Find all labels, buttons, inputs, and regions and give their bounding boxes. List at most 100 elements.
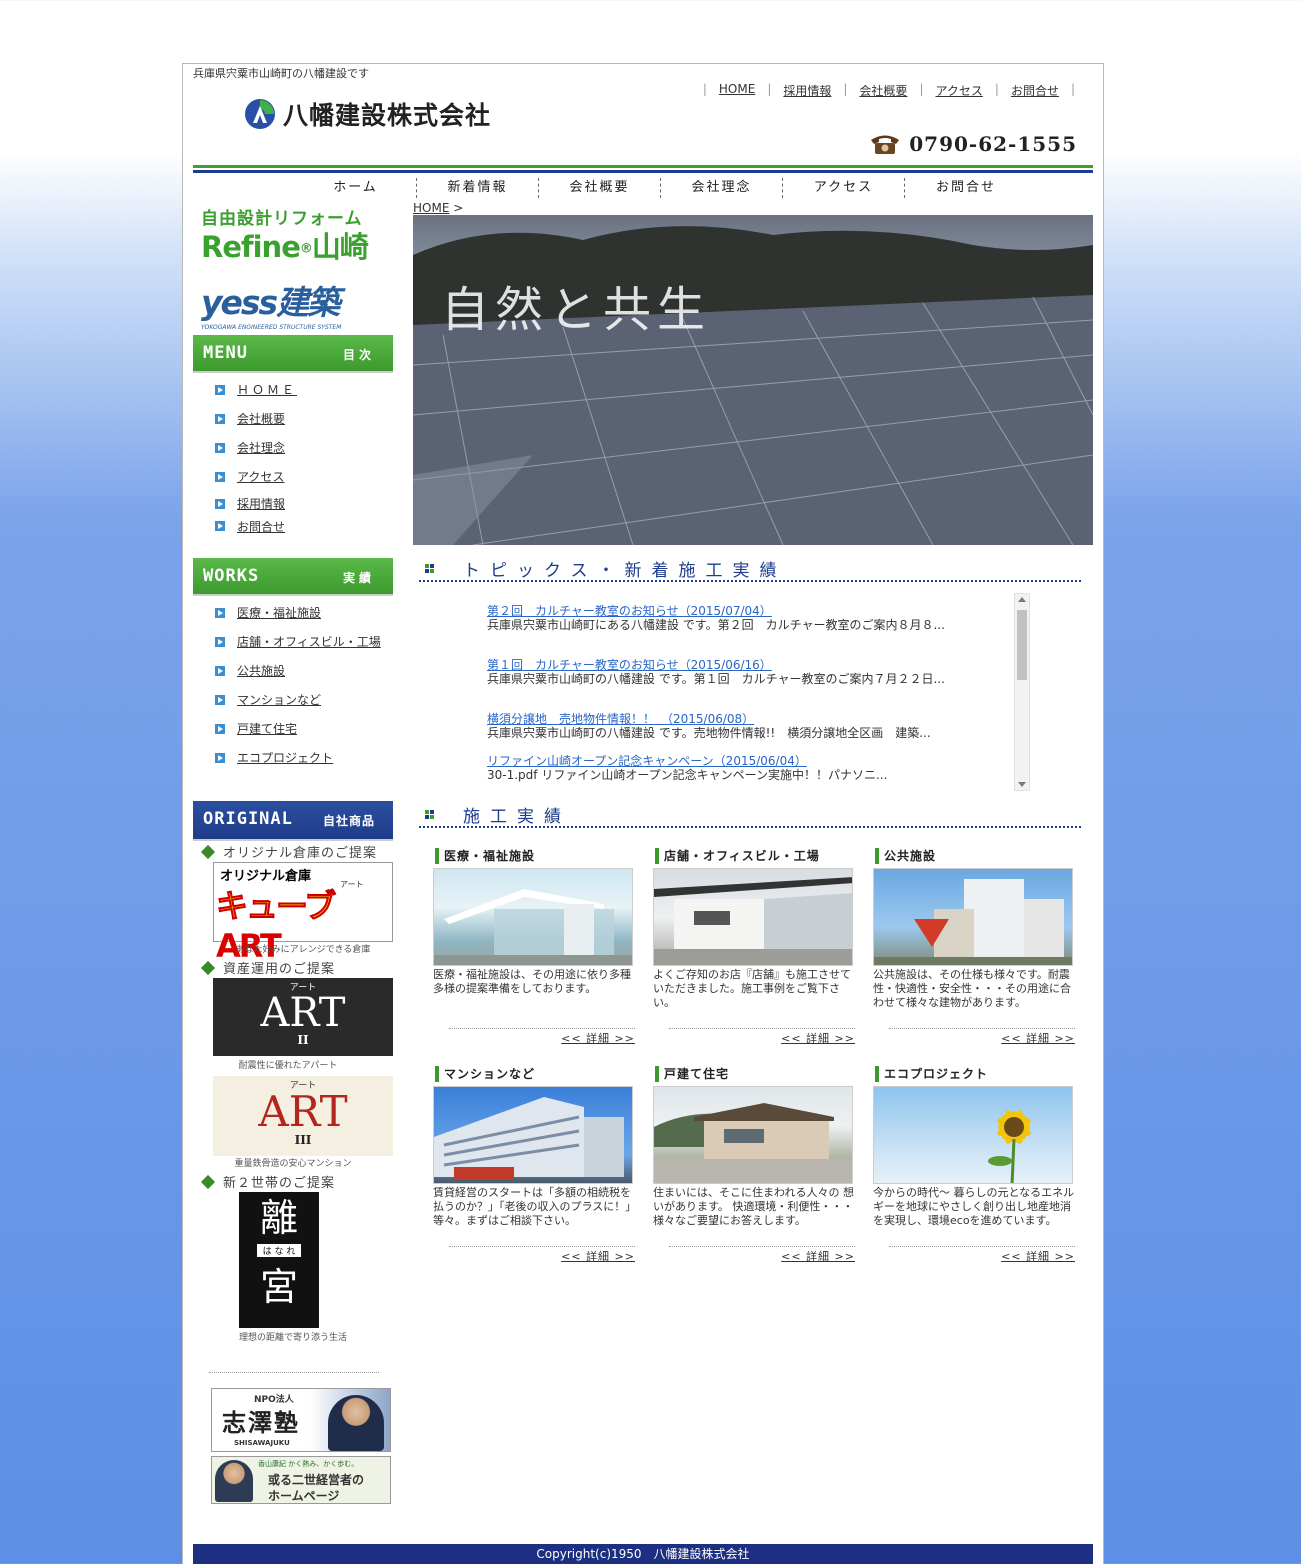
refine-banner[interactable]: 自由設計リフォーム Refine®山崎 [193, 200, 393, 264]
works-item-house[interactable]: 戸建て住宅 [215, 714, 395, 743]
scroll-up-icon[interactable] [1018, 597, 1026, 602]
art2-banner[interactable]: アート ART II [213, 978, 393, 1056]
original-products: オリジナル倉庫のご提案 オリジナル倉庫 キューブART アート あなた好みにアレ… [193, 842, 393, 1504]
company-logo[interactable]: 八幡建設株式会社 [243, 96, 491, 132]
original-sec2-label: 資産運用のご提案 [223, 962, 336, 977]
building-photo-icon [434, 889, 632, 965]
work-photo-house[interactable] [653, 1086, 853, 1184]
work-card-title: マンションなど [435, 1066, 635, 1082]
menu-item-label: 会社理念 [237, 441, 286, 455]
original-sec3-label: 新２世帯のご提案 [223, 1176, 336, 1191]
cube-caption: あなた好みにアレンジできる倉庫 [235, 945, 371, 955]
topic-title-link[interactable]: 横須分譲地 売地物件情報！！ （2015/06/08） [487, 710, 967, 727]
work-more-link[interactable]: << 詳細 >> [873, 1030, 1075, 1046]
gnav-access[interactable]: アクセス [783, 178, 905, 198]
cube-line2: キューブ [215, 887, 336, 926]
works-item-label: マンションなど [237, 693, 322, 707]
work-photo-mansion[interactable] [433, 1086, 633, 1184]
work-photo-store[interactable] [653, 868, 853, 966]
scroll-thumb[interactable] [1017, 610, 1027, 680]
work-card-title: 医療・福祉施設 [435, 848, 635, 864]
menu-item-company[interactable]: 会社概要 [215, 404, 395, 433]
diamond-bullet-icon [200, 960, 216, 975]
menu-item-access[interactable]: アクセス [215, 462, 395, 491]
phone-number: 0790-62-1555 [909, 132, 1077, 156]
topic-item: 第２回 カルチャー教室のお知らせ（2015/07/04） 兵庫県宍粟市山崎町にあ… [487, 602, 967, 632]
scroll-down-icon[interactable] [1018, 782, 1026, 787]
logo-mark-icon [245, 99, 275, 129]
rikyu-ruby: は な れ [257, 1244, 301, 1257]
work-more-link[interactable]: << 詳細 >> [653, 1248, 855, 1264]
works-item-store[interactable]: 店舗・オフィスビル・工場 [215, 627, 395, 656]
topic-item: リファイン山崎オープン記念キャンペーン（2015/06/04） 30-1.pdf… [487, 752, 967, 782]
works-item-medical[interactable]: 医療・福祉施設 [215, 598, 395, 627]
toplink-company[interactable]: 会社概要 [859, 82, 907, 99]
work-photo-medical[interactable] [433, 868, 633, 966]
keiei-banner[interactable]: 香山康紀 かく熱み、かく歩む。 或る二世経営者の ホームページ [211, 1456, 391, 1504]
works-item-public[interactable]: 公共施設 [215, 656, 395, 685]
menu-item-philosophy[interactable]: 会社理念 [215, 433, 395, 462]
works-item-label: 店舗・オフィスビル・工場 [237, 635, 381, 649]
arrow-bullet-icon [215, 607, 225, 618]
arrow-bullet-icon [215, 521, 225, 531]
toplink-home[interactable]: HOME [719, 82, 755, 99]
work-card-desc: 賃貸経営のスタートは「多額の相続税を払うのか？」「老後の収入のプラスに！」等々。… [433, 1186, 631, 1227]
gnav-philosophy[interactable]: 会社理念 [661, 178, 783, 198]
art3-num: III [294, 1133, 312, 1147]
refine-line2: Refine®山崎 [201, 230, 369, 264]
topic-desc: 兵庫県宍粟市山崎町の八幡建設 です。第１回 カルチャー教室のご案内７月２２日..… [487, 672, 945, 686]
topic-title-link[interactable]: 第２回 カルチャー教室のお知らせ（2015/07/04） [487, 602, 967, 619]
works-item-eco[interactable]: エコプロジェクト [215, 743, 395, 772]
topic-title-link[interactable]: 第１回 カルチャー教室のお知らせ（2015/06/16） [487, 656, 967, 673]
gnav-news[interactable]: 新着情報 [417, 178, 539, 198]
menu-item-home[interactable]: ＨＯＭＥ [215, 375, 395, 404]
work-photo-eco[interactable] [873, 1086, 1073, 1184]
dotted-divider [449, 1028, 635, 1029]
original-header: ORIGINAL 自社商品 [193, 801, 393, 841]
building-photo-icon [874, 879, 1072, 965]
gnav-contact[interactable]: お問合せ [905, 178, 1027, 198]
works-item-mansion[interactable]: マンションなど [215, 685, 395, 714]
work-more-link[interactable]: << 詳細 >> [653, 1030, 855, 1046]
original-title-en: ORIGINAL [203, 809, 293, 829]
sidebar-divider [209, 1372, 379, 1373]
yess-banner[interactable]: yess建築 YOKOGAWA ENGINEERED STRUCTURE SYS… [201, 276, 381, 331]
diamond-bullet-icon [200, 1174, 216, 1189]
gnav-home[interactable]: ホーム [295, 178, 417, 198]
square-grid-icon [425, 810, 435, 820]
works-header: WORKS 実績 [193, 558, 393, 596]
menu-item-recruit[interactable]: 採用情報 [215, 491, 395, 516]
rikyu-banner[interactable]: 離 は な れ 宮 [239, 1192, 319, 1328]
work-more-link[interactable]: << 詳細 >> [433, 1030, 635, 1046]
menu-item-label: お問合せ [237, 519, 286, 534]
breadcrumb-home[interactable]: HOME [413, 201, 449, 215]
top-links: | HOME | 採用情報 | 会社概要 | アクセス | お問合せ | [702, 82, 1075, 99]
keiei-small: 香山康紀 かく熱み、かく歩む。 [258, 1460, 359, 1468]
topic-item: 第１回 カルチャー教室のお知らせ（2015/06/16） 兵庫県宍粟市山崎町の八… [487, 656, 967, 686]
toplink-recruit[interactable]: 採用情報 [783, 82, 831, 99]
building-photo-icon [654, 877, 852, 965]
topic-title-link[interactable]: リファイン山崎オープン記念キャンペーン（2015/06/04） [487, 752, 967, 769]
work-card-eco: エコプロジェクト 今からの時代〜 暮らしの元となるエネルギーを地球にやさしく創り… [873, 1066, 1075, 1264]
menu-list: ＨＯＭＥ 会社概要 会社理念 アクセス 採用情報 お問合せ [215, 375, 395, 536]
toplink-contact[interactable]: お問合せ [1011, 82, 1059, 99]
gnav-company[interactable]: 会社概要 [539, 178, 661, 198]
art2-caption: 耐震性に優れたアパート [238, 1061, 338, 1071]
work-card-desc: 医療・福祉施設は、その用途に依り多種多様の提案準備をしております。 [433, 968, 631, 995]
menu-item-label: ＨＯＭＥ [237, 383, 298, 397]
work-photo-public[interactable] [873, 868, 1073, 966]
hero-image: 自然と共生 [413, 215, 1093, 545]
works-heading: 施工実績 [419, 798, 1081, 828]
cube-art-banner[interactable]: オリジナル倉庫 キューブART アート [213, 862, 393, 965]
arrow-bullet-icon [215, 413, 225, 424]
topics-scrollbar[interactable] [1014, 593, 1030, 791]
work-more-link[interactable]: << 詳細 >> [873, 1248, 1075, 1264]
art3-banner[interactable]: アート ART III [213, 1076, 393, 1156]
topic-item: 横須分譲地 売地物件情報！！ （2015/06/08） 兵庫県宍粟市山崎町の八幡… [487, 710, 967, 740]
shisawajuku-banner[interactable]: NPO法人 志澤塾 SHISAWAJUKU [211, 1388, 391, 1452]
toplink-access[interactable]: アクセス [935, 82, 982, 99]
square-grid-icon [425, 564, 435, 574]
work-more-link[interactable]: << 詳細 >> [433, 1248, 635, 1264]
breadcrumb: HOME > [413, 201, 463, 215]
menu-item-contact[interactable]: お問合せ [215, 516, 395, 536]
